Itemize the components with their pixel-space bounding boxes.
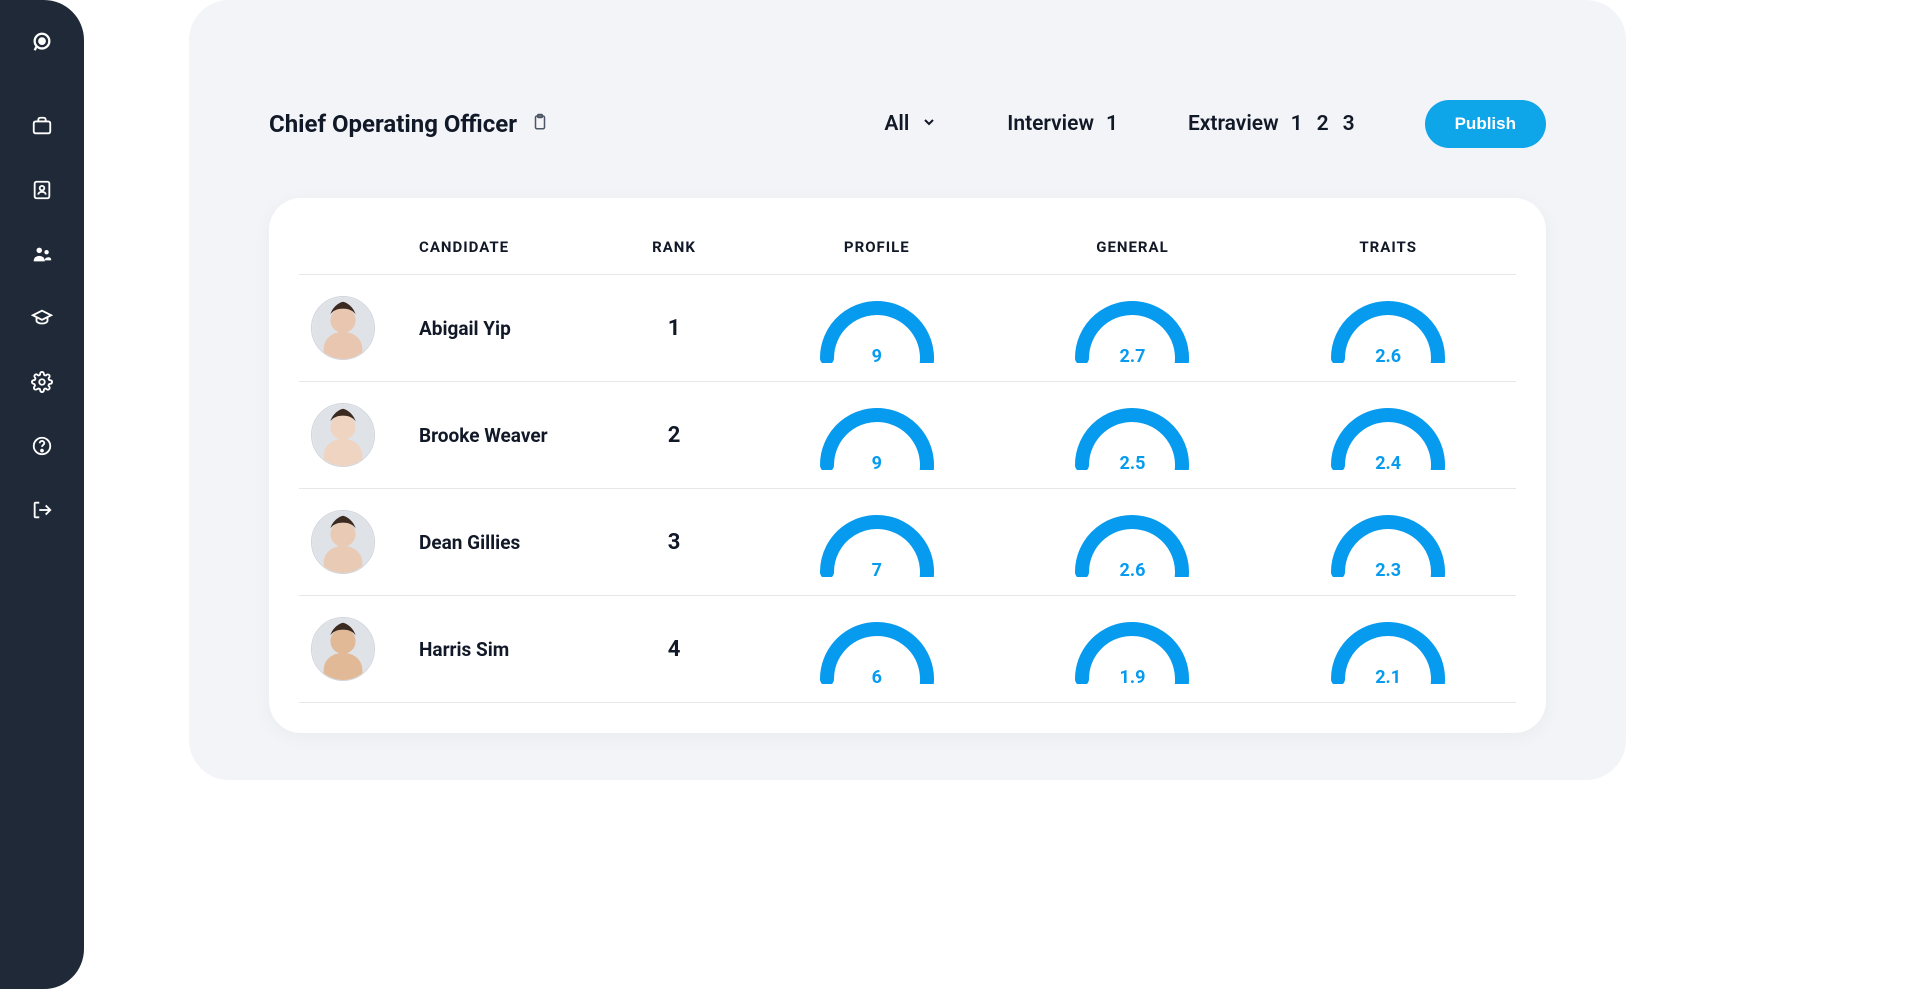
gauge-traits: 2.6: [1323, 293, 1453, 363]
table-header: CANDIDATE RANK PROFILE GENERAL TRAITS: [299, 228, 1516, 275]
id-badge-icon[interactable]: [30, 178, 54, 202]
candidates-card: CANDIDATE RANK PROFILE GENERAL TRAITS Ab…: [269, 198, 1546, 733]
tab-extraview-label: Extraview: [1188, 112, 1279, 136]
gauge-profile-value: 9: [812, 453, 942, 474]
gauge-traits-value: 2.6: [1323, 346, 1453, 367]
main-area: Chief Operating Officer All Interview 1 …: [84, 0, 1916, 989]
candidate-name: Brooke Weaver: [419, 424, 599, 447]
th-rank: RANK: [599, 238, 749, 256]
gauge-general: 2.7: [1067, 293, 1197, 363]
gauge-profile: 6: [812, 614, 942, 684]
logo-icon[interactable]: [30, 30, 54, 54]
gauge-traits: 2.3: [1323, 507, 1453, 577]
gauge-general-value: 2.7: [1067, 346, 1197, 367]
logout-icon[interactable]: [30, 498, 54, 522]
th-profile: PROFILE: [749, 238, 1005, 256]
avatar: [311, 296, 375, 360]
briefcase-icon[interactable]: [30, 114, 54, 138]
avatar: [311, 617, 375, 681]
gauge-traits-value: 2.1: [1323, 667, 1453, 688]
gauge-profile-value: 6: [812, 667, 942, 688]
gauge-general: 1.9: [1067, 614, 1197, 684]
table-row[interactable]: Brooke Weaver 2 9 2.5 2.4: [299, 382, 1516, 489]
tab-interview-nums: 1: [1106, 112, 1118, 136]
gear-icon[interactable]: [30, 370, 54, 394]
candidate-rank: 1: [599, 316, 749, 341]
avatar: [311, 510, 375, 574]
gauge-profile: 9: [812, 293, 942, 363]
gauge-general-value: 2.6: [1067, 560, 1197, 581]
gauge-general: 2.6: [1067, 507, 1197, 577]
publish-button[interactable]: Publish: [1425, 100, 1546, 148]
tab-interview-label: Interview: [1007, 112, 1094, 136]
content-canvas: Chief Operating Officer All Interview 1 …: [189, 0, 1626, 780]
chevron-down-icon: [921, 112, 937, 136]
candidate-name: Dean Gillies: [419, 531, 599, 554]
gauge-profile-value: 9: [812, 346, 942, 367]
help-icon[interactable]: [30, 434, 54, 458]
page-title: Chief Operating Officer: [269, 110, 517, 138]
table-row[interactable]: Dean Gillies 3 7 2.6 2.3: [299, 489, 1516, 596]
gauge-general-value: 2.5: [1067, 453, 1197, 474]
gauge-traits-value: 2.4: [1323, 453, 1453, 474]
sidebar: [0, 0, 84, 989]
candidate-rank: 3: [599, 530, 749, 555]
table-row[interactable]: Harris Sim 4 6 1.9 2.1: [299, 596, 1516, 703]
gauge-traits-value: 2.3: [1323, 560, 1453, 581]
tabs: All Interview 1 Extraview 123 Publish: [589, 100, 1546, 148]
tab-extraview[interactable]: Extraview 123: [1188, 112, 1355, 136]
gauge-traits: 2.4: [1323, 400, 1453, 470]
th-traits: TRAITS: [1260, 238, 1516, 256]
th-candidate: CANDIDATE: [419, 238, 599, 256]
gauge-profile-value: 7: [812, 560, 942, 581]
tab-extraview-nums: 123: [1291, 112, 1355, 136]
gauge-profile: 7: [812, 507, 942, 577]
candidate-rank: 2: [599, 423, 749, 448]
graduation-cap-icon[interactable]: [30, 306, 54, 330]
title-group: Chief Operating Officer: [269, 110, 549, 138]
gauge-traits: 2.1: [1323, 614, 1453, 684]
topbar: Chief Operating Officer All Interview 1 …: [269, 100, 1546, 148]
gauge-profile: 9: [812, 400, 942, 470]
tab-all-label: All: [884, 112, 909, 136]
table-row[interactable]: Abigail Yip 1 9 2.7 2.6: [299, 275, 1516, 382]
tab-all[interactable]: All: [884, 112, 937, 136]
tab-interview[interactable]: Interview 1: [1007, 112, 1118, 136]
clipboard-icon[interactable]: [531, 112, 549, 136]
th-general: GENERAL: [1005, 238, 1261, 256]
candidate-name: Harris Sim: [419, 638, 599, 661]
avatar: [311, 403, 375, 467]
candidate-name: Abigail Yip: [419, 317, 599, 340]
people-icon[interactable]: [30, 242, 54, 266]
gauge-general-value: 1.9: [1067, 667, 1197, 688]
candidate-rank: 4: [599, 637, 749, 662]
gauge-general: 2.5: [1067, 400, 1197, 470]
